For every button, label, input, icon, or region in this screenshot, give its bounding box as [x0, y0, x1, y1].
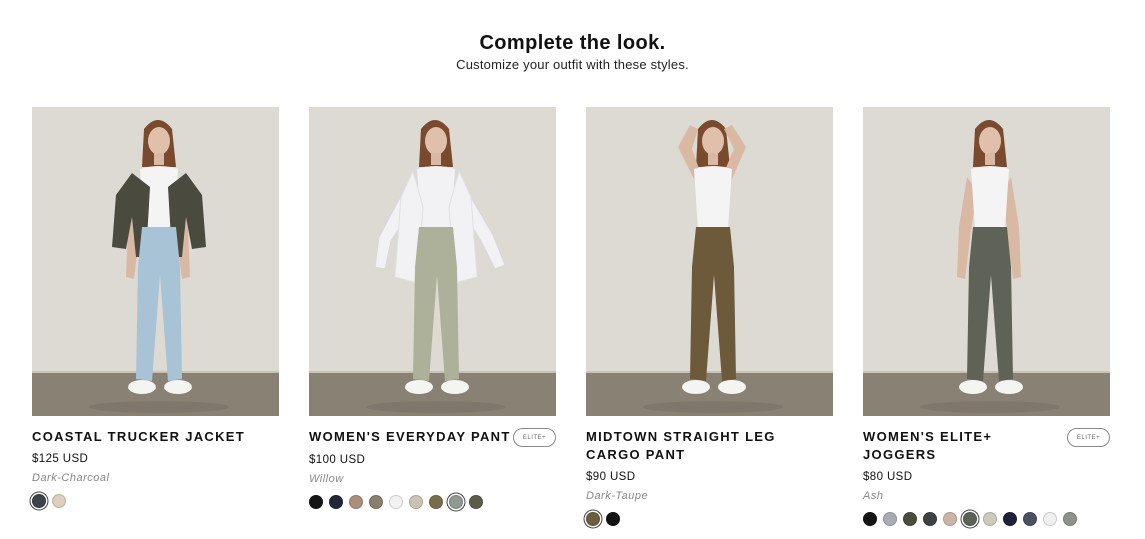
product-price: $90 USD [586, 471, 636, 483]
color-swatch[interactable] [1023, 512, 1037, 526]
color-swatch[interactable] [309, 495, 323, 509]
section-header: Complete the look. Customize your outfit… [0, 0, 1145, 73]
product-name-row: MIDTOWN STRAIGHT LEG CARGO PANT [586, 428, 833, 464]
section-title: Complete the look. [479, 32, 666, 54]
product-price: $125 USD [32, 453, 89, 465]
selected-color-name: Ash [863, 490, 884, 502]
color-swatch[interactable] [943, 512, 957, 526]
selected-color-name: Willow [309, 473, 344, 485]
color-swatch[interactable] [606, 512, 620, 526]
color-swatch[interactable] [349, 495, 363, 509]
product-name-link[interactable]: WOMEN'S EVERYDAY PANT [309, 428, 511, 446]
color-swatches [309, 495, 556, 509]
color-swatch[interactable] [963, 512, 977, 526]
product-info: MIDTOWN STRAIGHT LEG CARGO PANT $90 USD Da… [586, 416, 833, 526]
product-price: $100 USD [309, 454, 366, 466]
product-info: WOMEN'S EVERYDAY PANT ELITE+ $100 USD Willo… [309, 416, 556, 509]
color-swatch[interactable] [32, 494, 46, 508]
color-swatch[interactable] [863, 512, 877, 526]
product-price: $80 USD [863, 471, 913, 483]
color-swatch[interactable] [469, 495, 483, 509]
color-swatch[interactable] [1063, 512, 1077, 526]
product-card[interactable]: WOMEN'S ELITE+ JOGGERS ELITE+ $80 USD Ash [863, 107, 1110, 526]
color-swatch[interactable] [369, 495, 383, 509]
section-subtitle: Customize your outfit with these styles. [456, 57, 689, 72]
product-name-link[interactable]: COASTAL TRUCKER JACKET [32, 428, 245, 446]
product-image[interactable] [32, 107, 279, 416]
color-swatch[interactable] [923, 512, 937, 526]
elite-badge: ELITE+ [1067, 428, 1110, 447]
product-image[interactable] [309, 107, 556, 416]
product-name-row: WOMEN'S ELITE+ JOGGERS ELITE+ [863, 428, 1110, 464]
product-card[interactable]: MIDTOWN STRAIGHT LEG CARGO PANT $90 USD Da… [586, 107, 833, 526]
product-card[interactable]: COASTAL TRUCKER JACKET $125 USD Dark-Charc… [32, 107, 279, 508]
product-name-link[interactable]: MIDTOWN STRAIGHT LEG CARGO PANT [586, 428, 833, 464]
product-grid: COASTAL TRUCKER JACKET $125 USD Dark-Charc… [0, 73, 1145, 526]
product-name-row: COASTAL TRUCKER JACKET [32, 428, 279, 446]
color-swatches [863, 512, 1110, 526]
color-swatch[interactable] [52, 494, 66, 508]
color-swatch[interactable] [429, 495, 443, 509]
color-swatch[interactable] [883, 512, 897, 526]
color-swatch[interactable] [409, 495, 423, 509]
color-swatch[interactable] [983, 512, 997, 526]
color-swatch[interactable] [586, 512, 600, 526]
color-swatches [32, 494, 279, 508]
product-image[interactable] [863, 107, 1110, 416]
color-swatch[interactable] [449, 495, 463, 509]
color-swatch[interactable] [903, 512, 917, 526]
elite-badge: ELITE+ [513, 428, 556, 447]
product-image[interactable] [586, 107, 833, 416]
product-name-row: WOMEN'S EVERYDAY PANT ELITE+ [309, 428, 556, 447]
product-info: WOMEN'S ELITE+ JOGGERS ELITE+ $80 USD Ash [863, 416, 1110, 526]
product-info: COASTAL TRUCKER JACKET $125 USD Dark-Charc… [32, 416, 279, 508]
color-swatch[interactable] [1003, 512, 1017, 526]
color-swatch[interactable] [329, 495, 343, 509]
product-card[interactable]: WOMEN'S EVERYDAY PANT ELITE+ $100 USD Willo… [309, 107, 556, 509]
selected-color-name: Dark-Taupe [586, 490, 649, 502]
color-swatch[interactable] [1043, 512, 1057, 526]
product-name-link[interactable]: WOMEN'S ELITE+ JOGGERS [863, 428, 1067, 464]
color-swatches [586, 512, 833, 526]
color-swatch[interactable] [389, 495, 403, 509]
selected-color-name: Dark-Charcoal [32, 472, 110, 484]
